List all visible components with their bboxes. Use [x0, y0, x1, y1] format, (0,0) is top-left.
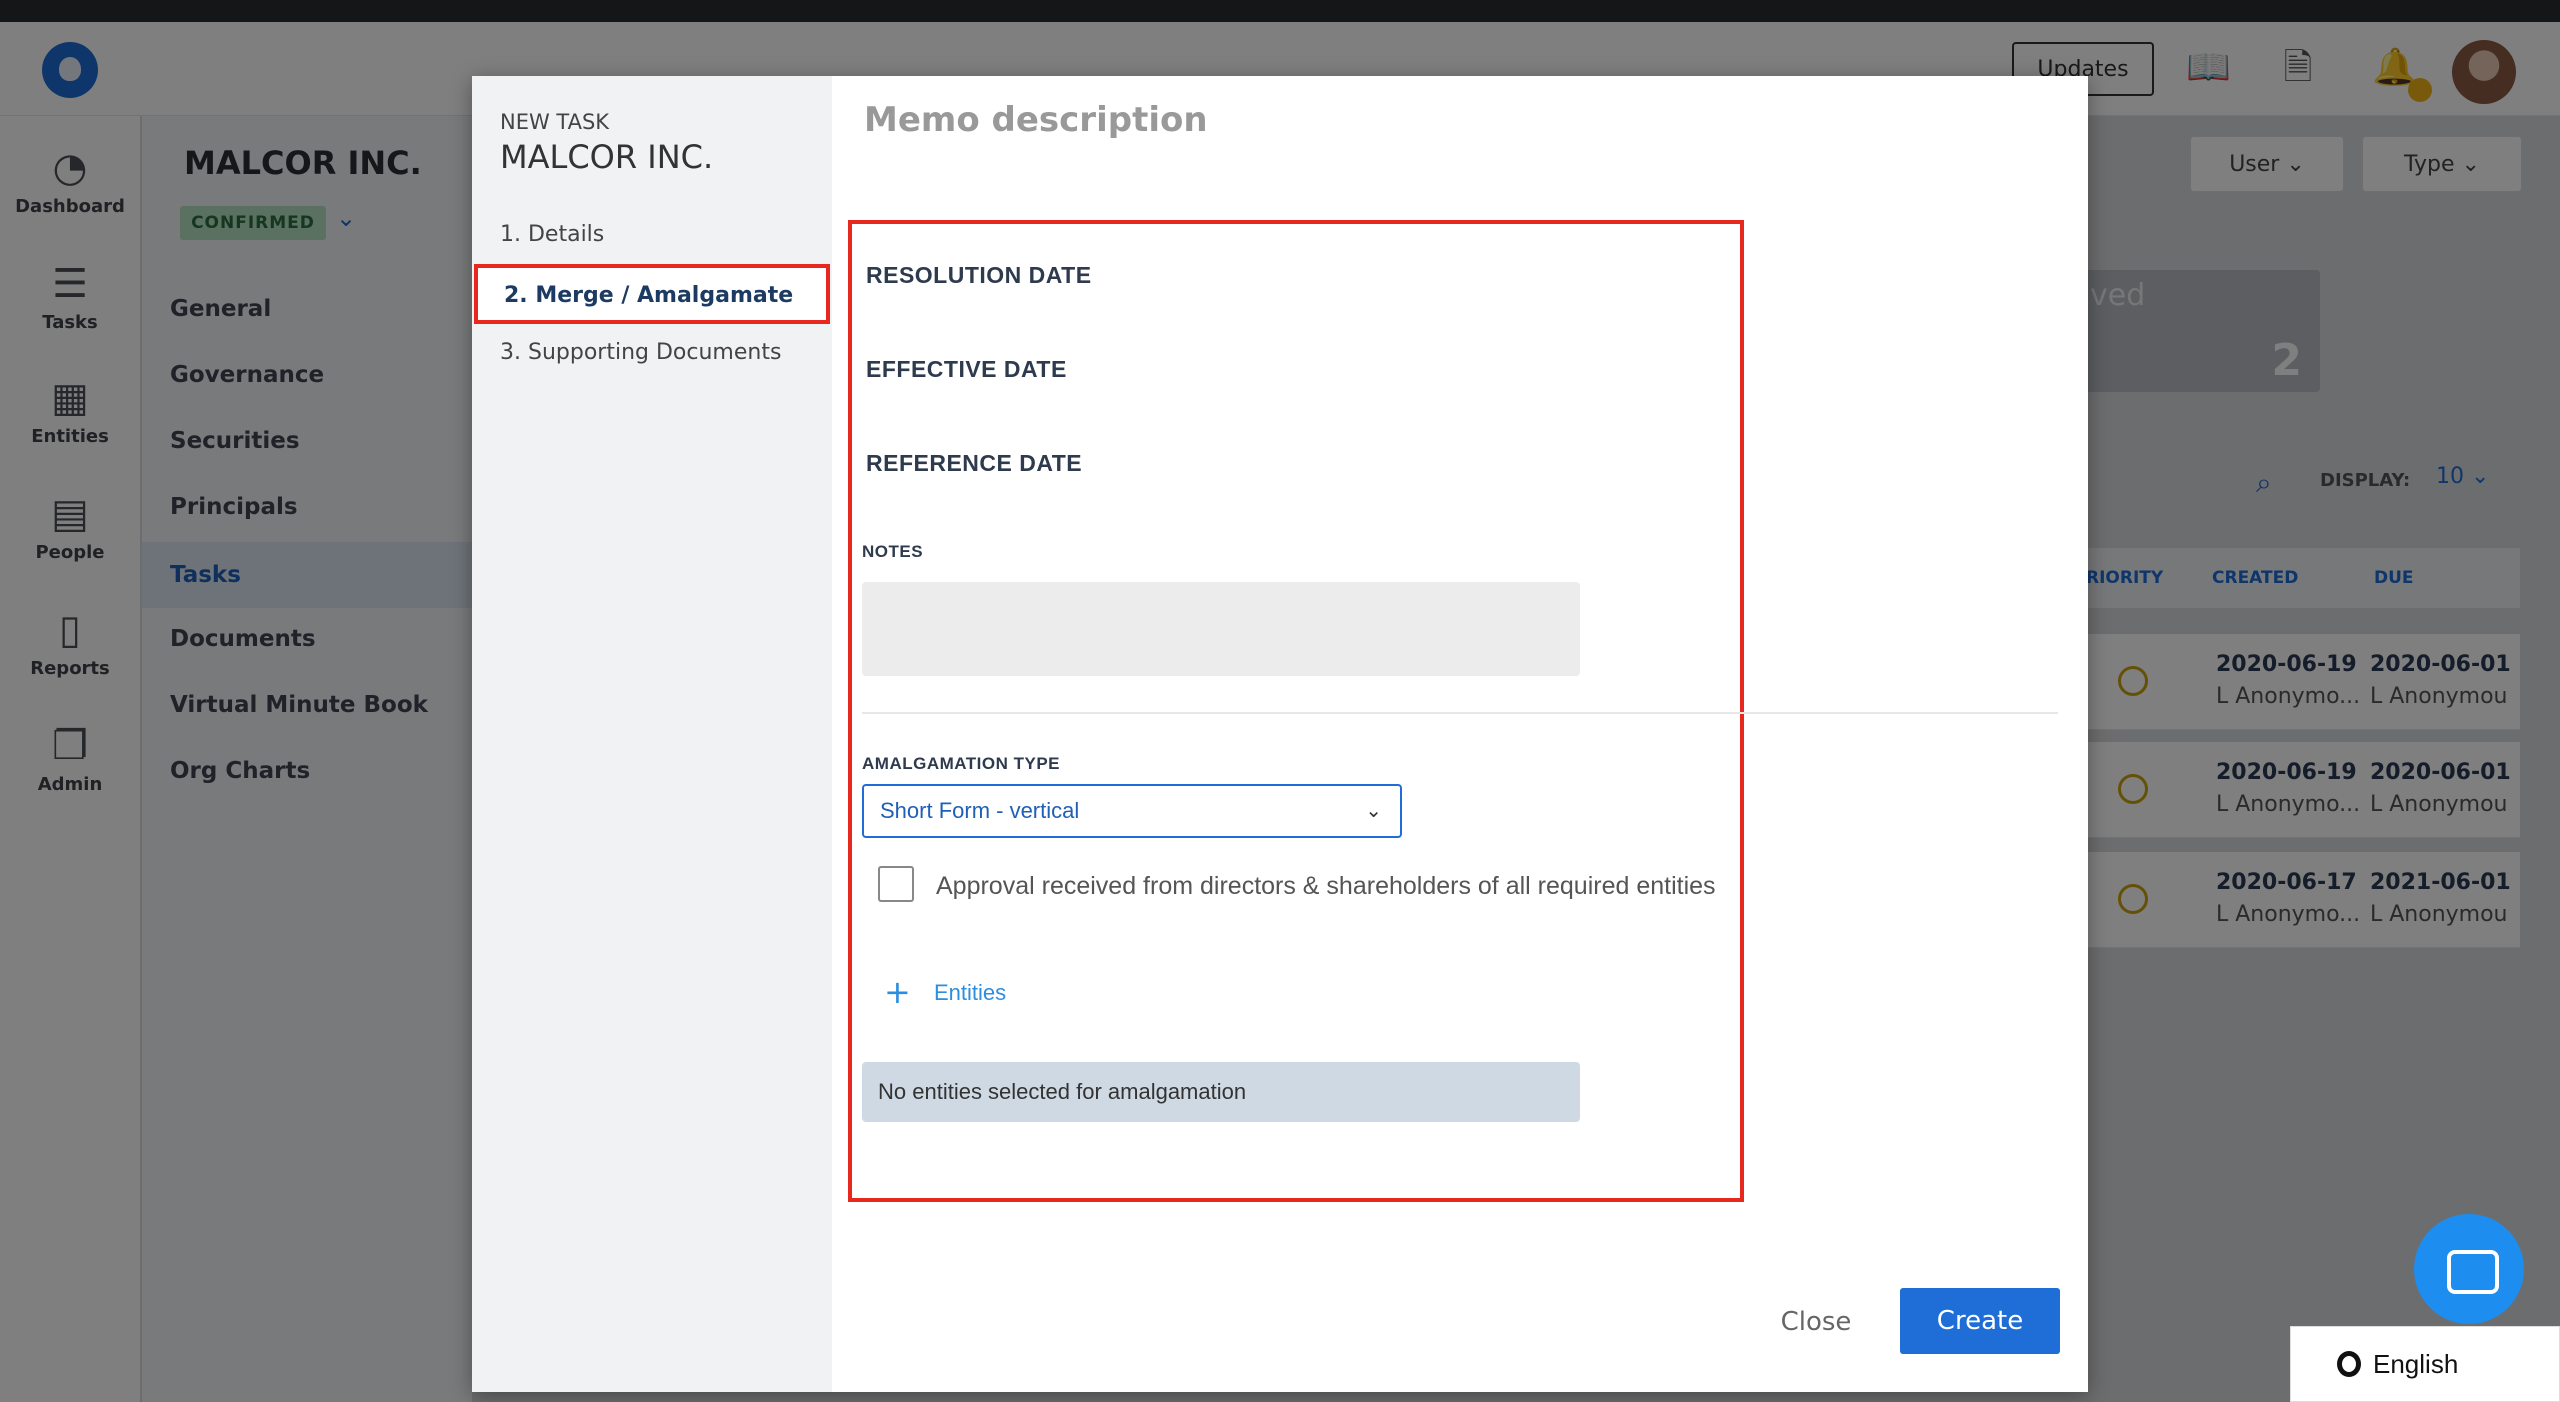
entities-empty-state: No entities selected for amalgamation	[862, 1062, 1580, 1122]
modal-entity-title: MALCOR INC.	[500, 138, 714, 176]
reference-date-label[interactable]: REFERENCE DATE	[866, 450, 1082, 477]
chevron-down-icon: ⌄	[1365, 800, 1382, 822]
language-label: English	[2373, 1348, 2459, 1379]
amalgamation-type-label: AMALGAMATION TYPE	[862, 754, 1061, 773]
step-supporting-documents[interactable]: 3. Supporting Documents	[500, 340, 781, 365]
modal-kicker: NEW TASK	[500, 110, 610, 134]
plus-icon[interactable]: +	[884, 976, 911, 1008]
step-merge-amalgamate[interactable]: 2. Merge / Amalgamate	[474, 264, 830, 324]
language-icon	[2337, 1351, 2361, 1377]
new-task-modal: NEW TASK MALCOR INC. 1. Details 2. Merge…	[472, 76, 2088, 1392]
modal-steps-sidebar: NEW TASK MALCOR INC. 1. Details 2. Merge…	[472, 76, 832, 1392]
amalgamation-type-select[interactable]: Short Form - vertical ⌄	[862, 784, 1402, 838]
create-button[interactable]: Create	[1900, 1288, 2060, 1354]
close-button[interactable]: Close	[1768, 1302, 1864, 1342]
divider	[862, 712, 2058, 714]
resolution-date-label[interactable]: RESOLUTION DATE	[866, 262, 1092, 289]
step-details[interactable]: 1. Details	[500, 222, 604, 247]
language-selector[interactable]: English	[2290, 1326, 2560, 1402]
approval-label[interactable]: Approval received from directors & share…	[936, 872, 1716, 901]
effective-date-label[interactable]: EFFECTIVE DATE	[866, 356, 1067, 383]
notes-label: NOTES	[862, 542, 924, 561]
chat-launcher-button[interactable]	[2414, 1214, 2524, 1324]
amalgamation-type-value: Short Form - vertical	[880, 798, 1080, 823]
approval-checkbox[interactable]	[878, 866, 914, 902]
add-entities-link[interactable]: Entities	[934, 980, 1006, 1006]
notes-input[interactable]	[862, 582, 1580, 676]
memo-title: Memo description	[864, 100, 1208, 140]
